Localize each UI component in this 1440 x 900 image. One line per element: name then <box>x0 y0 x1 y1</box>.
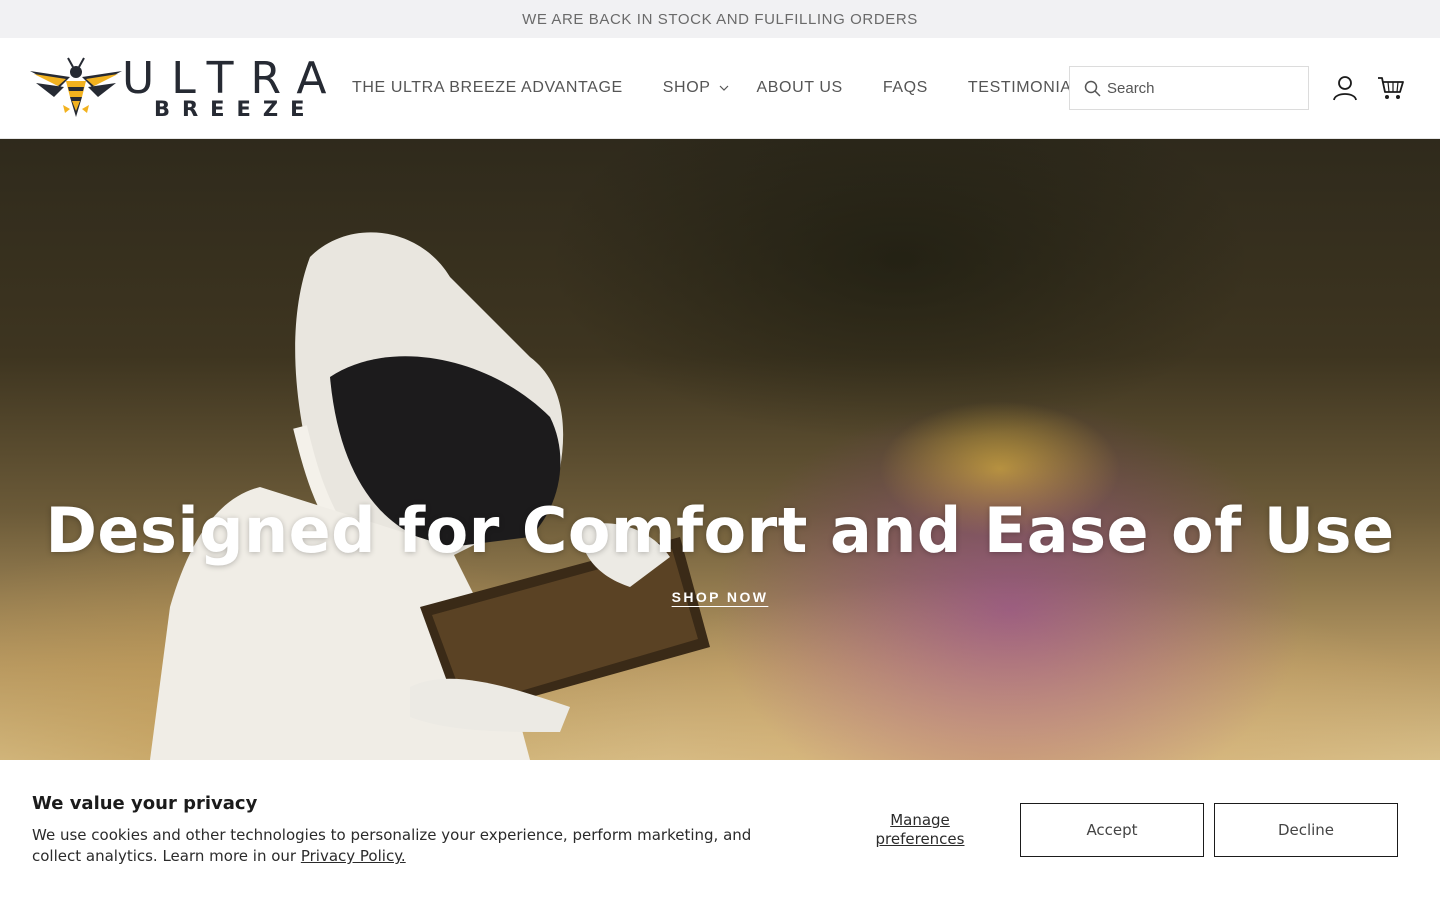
beekeeper-image <box>150 232 710 760</box>
nav-label: THE ULTRA BREEZE ADVANTAGE <box>352 79 623 96</box>
cookie-title: We value your privacy <box>32 793 258 814</box>
announcement-text: WE ARE BACK IN STOCK AND FULFILLING ORDE… <box>522 10 918 28</box>
site-logo[interactable]: ULTRA BREEZE <box>30 57 326 121</box>
logo-word-breeze: BREEZE <box>154 97 317 121</box>
nav-label: SHOP <box>662 79 711 96</box>
bee-logo-icon <box>30 57 122 117</box>
logo-word-ultra: ULTRA <box>122 53 344 104</box>
account-button[interactable] <box>1332 75 1358 101</box>
cookie-text: We use cookies and other technologies to… <box>32 825 772 867</box>
user-icon <box>1333 76 1357 101</box>
cart-icon <box>1378 77 1404 99</box>
hero-cta-wrap: SHOP NOW <box>0 587 1440 606</box>
search-input[interactable] <box>1107 79 1287 97</box>
site-header: ULTRA BREEZE THE ULTRA BREEZE ADVANTAGE … <box>0 38 1440 139</box>
decline-button[interactable]: Decline <box>1214 803 1398 857</box>
main-nav: THE ULTRA BREEZE ADVANTAGE SHOP ABOUT US… <box>352 38 1132 138</box>
manage-line-1: Manage <box>890 811 950 829</box>
manage-preferences-link[interactable]: Manage preferences <box>860 811 980 849</box>
cart-button[interactable] <box>1377 75 1405 101</box>
manage-line-2: preferences <box>875 830 965 848</box>
cookie-banner: We value your privacy We use cookies and… <box>0 760 1440 900</box>
search-icon <box>1084 80 1101 97</box>
shop-now-link[interactable]: SHOP NOW <box>672 589 769 605</box>
nav-label: FAQS <box>882 79 928 96</box>
nav-item-faqs[interactable]: FAQS <box>883 79 928 97</box>
hero-title: Designed for Comfort and Ease of Use <box>45 494 1395 567</box>
nav-item-shop[interactable]: SHOP <box>663 79 729 97</box>
privacy-policy-link[interactable]: Privacy Policy. <box>301 847 406 865</box>
nav-label: ABOUT US <box>756 79 843 96</box>
announcement-bar: WE ARE BACK IN STOCK AND FULFILLING ORDE… <box>0 0 1440 38</box>
hero-banner: Designed for Comfort and Ease of Use SHO… <box>0 139 1440 760</box>
search-box[interactable] <box>1069 66 1309 110</box>
chevron-down-icon <box>719 83 729 94</box>
nav-item-about-us[interactable]: ABOUT US <box>757 79 843 97</box>
accept-button[interactable]: Accept <box>1020 803 1204 857</box>
nav-item-ultra-breeze-advantage[interactable]: THE ULTRA BREEZE ADVANTAGE <box>352 79 623 97</box>
